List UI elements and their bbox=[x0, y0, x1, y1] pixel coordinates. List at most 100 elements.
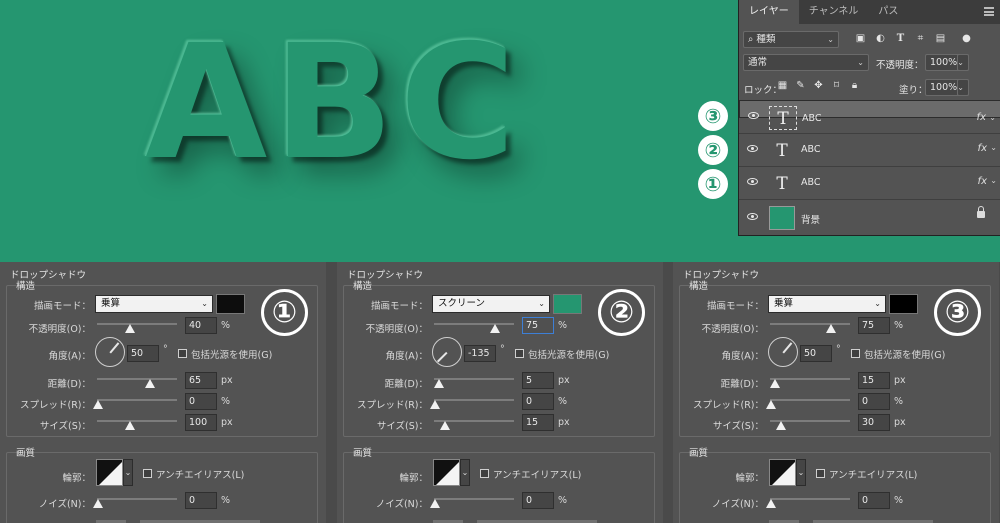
fx-icon[interactable]: fx bbox=[977, 110, 986, 126]
layer-name[interactable]: 背景 bbox=[801, 212, 820, 226]
contour-preview[interactable] bbox=[433, 459, 460, 486]
lock-paint-icon[interactable]: ✎ bbox=[795, 80, 806, 91]
filter-toggle-icon[interactable]: ● bbox=[961, 33, 972, 44]
angle-dial[interactable] bbox=[432, 337, 462, 367]
spread-slider-track[interactable] bbox=[97, 399, 177, 401]
visibility-eye-icon[interactable] bbox=[747, 178, 758, 185]
contour-picker-button[interactable]: ⌄ bbox=[796, 459, 806, 486]
opacity-slider-thumb[interactable] bbox=[125, 324, 135, 333]
lock-artboard-icon[interactable]: ⌑ bbox=[831, 80, 842, 91]
size-input[interactable]: 15 bbox=[522, 414, 554, 431]
distance-input[interactable]: 15 bbox=[858, 372, 890, 389]
distance-slider-track[interactable] bbox=[770, 378, 850, 380]
antialias-checkbox[interactable] bbox=[480, 469, 489, 478]
angle-dial[interactable] bbox=[768, 337, 798, 367]
size-slider-track[interactable] bbox=[97, 420, 177, 422]
contour-picker-button[interactable]: ⌄ bbox=[123, 459, 133, 486]
chevron-down-icon[interactable]: ⌄ bbox=[989, 110, 996, 126]
layer-row[interactable]: 背景 bbox=[739, 199, 1000, 235]
tab-paths[interactable]: パス bbox=[868, 0, 908, 24]
smart-object-filter-icon[interactable]: ▤ bbox=[935, 33, 946, 44]
visibility-eye-icon[interactable] bbox=[747, 213, 758, 220]
angle-input[interactable]: -135 bbox=[464, 345, 496, 362]
visibility-eye-icon[interactable] bbox=[748, 112, 759, 119]
shadow-color-swatch[interactable] bbox=[889, 294, 918, 314]
chevron-down-icon[interactable]: ⌄ bbox=[990, 143, 997, 152]
contour-picker-button[interactable]: ⌄ bbox=[460, 459, 470, 486]
size-slider-thumb[interactable] bbox=[125, 421, 135, 430]
filter-kind-dropdown[interactable]: ⌕ 種類 ⌄ bbox=[743, 31, 839, 48]
adjustment-filter-icon[interactable]: ◐ bbox=[875, 33, 886, 44]
size-slider-thumb[interactable] bbox=[439, 421, 450, 430]
noise-slider-thumb[interactable] bbox=[430, 499, 440, 508]
antialias-checkbox[interactable] bbox=[816, 469, 825, 478]
visibility-eye-icon[interactable] bbox=[747, 145, 758, 152]
size-input[interactable]: 30 bbox=[858, 414, 890, 431]
contour-preview[interactable] bbox=[96, 459, 123, 486]
distance-input[interactable]: 65 bbox=[185, 372, 217, 389]
spread-slider-thumb[interactable] bbox=[766, 400, 776, 409]
lock-all-icon[interactable]: 🔒︎ bbox=[849, 80, 860, 91]
panel-menu-icon[interactable] bbox=[984, 7, 994, 16]
angle-dial[interactable] bbox=[95, 337, 125, 367]
spread-slider-thumb[interactable] bbox=[93, 400, 103, 409]
opacity-slider-thumb[interactable] bbox=[490, 324, 500, 333]
type-filter-icon[interactable]: T bbox=[895, 33, 906, 44]
noise-slider-track[interactable] bbox=[770, 498, 850, 500]
contour-preview[interactable] bbox=[769, 459, 796, 486]
blend-mode-select[interactable]: 乗算 ⌄ bbox=[768, 295, 886, 313]
distance-slider-thumb[interactable] bbox=[770, 379, 780, 388]
distance-slider-track[interactable] bbox=[434, 378, 514, 380]
spread-slider-thumb[interactable] bbox=[430, 400, 440, 409]
size-slider-thumb[interactable] bbox=[775, 421, 786, 430]
layer-name[interactable]: ABC bbox=[801, 144, 820, 155]
opacity-slider-thumb[interactable] bbox=[826, 324, 836, 333]
opacity-slider-track[interactable] bbox=[434, 323, 514, 325]
tab-channels[interactable]: チャンネル bbox=[799, 0, 869, 24]
chevron-down-icon[interactable]: ⌄ bbox=[990, 176, 997, 185]
opacity-input[interactable]: 75 bbox=[858, 317, 890, 334]
spread-slider-track[interactable] bbox=[434, 399, 514, 401]
angle-input[interactable]: 50 bbox=[800, 345, 832, 362]
global-light-checkbox[interactable] bbox=[515, 349, 524, 358]
fill-chevron-button[interactable]: ⌄ bbox=[957, 79, 969, 96]
opacity-input[interactable]: 40 bbox=[185, 317, 217, 334]
distance-slider-thumb[interactable] bbox=[145, 379, 155, 388]
spread-slider-track[interactable] bbox=[770, 399, 850, 401]
noise-slider-thumb[interactable] bbox=[766, 499, 776, 508]
noise-slider-track[interactable] bbox=[434, 498, 514, 500]
opacity-input[interactable]: 75 bbox=[522, 317, 554, 334]
global-light-checkbox[interactable] bbox=[851, 349, 860, 358]
pixel-filter-icon[interactable]: ▣ bbox=[855, 33, 866, 44]
distance-slider-track[interactable] bbox=[97, 378, 177, 380]
layer-row[interactable]: T ABC fx ⌄ bbox=[739, 133, 1000, 166]
noise-slider-thumb[interactable] bbox=[93, 499, 103, 508]
distance-input[interactable]: 5 bbox=[522, 372, 554, 389]
fx-icon[interactable]: fx bbox=[978, 143, 987, 154]
layer-name[interactable]: ABC bbox=[802, 111, 821, 127]
distance-slider-thumb[interactable] bbox=[434, 379, 444, 388]
noise-input[interactable]: 0 bbox=[522, 492, 554, 509]
layer-blend-dropdown[interactable]: 通常 ⌄ bbox=[743, 54, 869, 71]
opacity-slider-track[interactable] bbox=[770, 323, 850, 325]
tab-layers[interactable]: レイヤー bbox=[739, 0, 799, 24]
spread-input[interactable]: 0 bbox=[185, 393, 217, 410]
opacity-slider-track[interactable] bbox=[97, 323, 177, 325]
layer-row[interactable]: T ABC fx ⌄ bbox=[739, 166, 1000, 199]
noise-slider-track[interactable] bbox=[97, 498, 177, 500]
shadow-color-swatch[interactable] bbox=[216, 294, 245, 314]
noise-input[interactable]: 0 bbox=[858, 492, 890, 509]
fx-icon[interactable]: fx bbox=[978, 176, 987, 187]
blend-mode-select[interactable]: スクリーン ⌄ bbox=[432, 295, 550, 313]
lock-position-icon[interactable]: ✥ bbox=[813, 80, 824, 91]
layer-name[interactable]: ABC bbox=[801, 177, 820, 188]
blend-mode-select[interactable]: 乗算 ⌄ bbox=[95, 295, 213, 313]
opacity-chevron-button[interactable]: ⌄ bbox=[957, 54, 969, 71]
size-input[interactable]: 100 bbox=[185, 414, 217, 431]
antialias-checkbox[interactable] bbox=[143, 469, 152, 478]
spread-input[interactable]: 0 bbox=[858, 393, 890, 410]
layer-row[interactable]: T ABC fx ⌄ bbox=[739, 100, 1000, 130]
angle-input[interactable]: 50 bbox=[127, 345, 159, 362]
shape-filter-icon[interactable]: ⌗ bbox=[915, 33, 926, 44]
lock-transparency-icon[interactable]: ▦ bbox=[777, 80, 788, 91]
